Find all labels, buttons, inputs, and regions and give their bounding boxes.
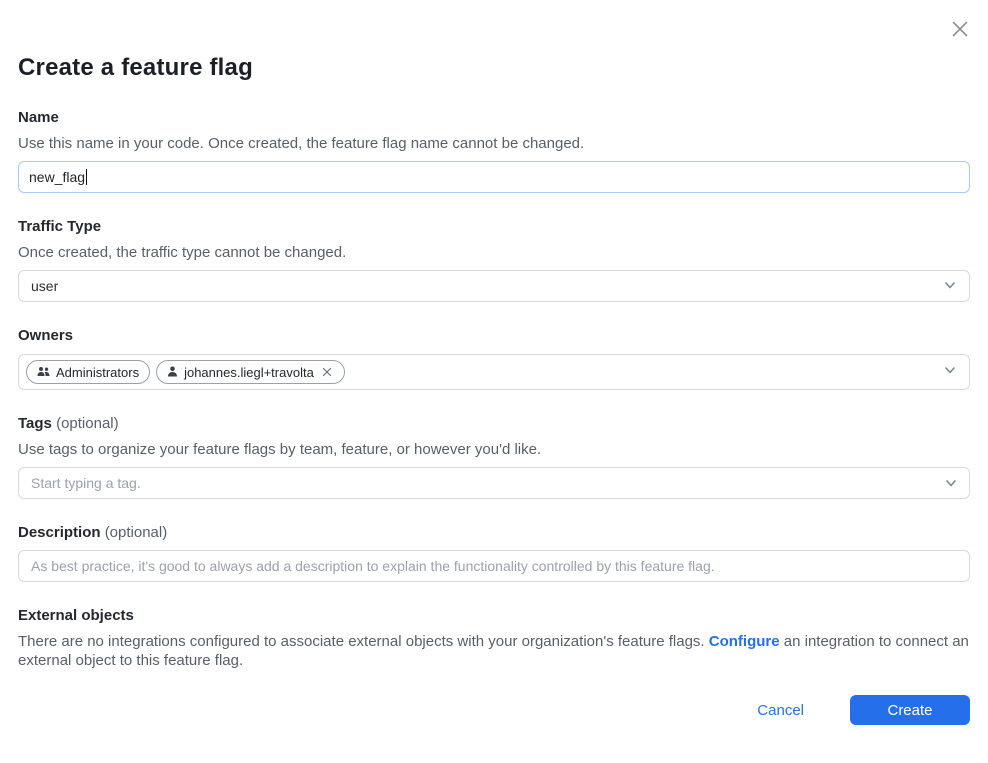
remove-owner-icon[interactable] (320, 365, 334, 379)
description-optional-text: (optional) (105, 524, 168, 541)
create-feature-flag-modal: Create a feature flag Name Use this name… (0, 0, 988, 763)
description-section: Description (optional) (18, 524, 970, 582)
external-objects-text: There are no integrations configured to … (18, 633, 970, 671)
tags-input-wrapper (18, 467, 970, 499)
configure-link[interactable]: Configure (709, 633, 780, 650)
chevron-down-icon (943, 278, 957, 295)
text-caret (86, 169, 87, 185)
create-button[interactable]: Create (850, 695, 970, 725)
owners-label: Owners (18, 327, 970, 344)
name-label: Name (18, 109, 970, 126)
tags-input[interactable] (18, 467, 970, 499)
traffic-type-description: Once created, the traffic type cannot be… (18, 244, 970, 261)
owner-chip-label: johannes.liegl+travolta (184, 365, 314, 380)
name-description: Use this name in your code. Once created… (18, 135, 970, 152)
chevron-down-icon (943, 363, 957, 382)
external-objects-section: External objects There are no integratio… (18, 607, 970, 671)
description-input[interactable] (18, 550, 970, 582)
person-icon (167, 365, 178, 380)
description-label: Description (optional) (18, 524, 970, 541)
tags-optional-text: (optional) (56, 415, 119, 432)
tags-section: Tags (optional) Use tags to organize you… (18, 415, 970, 499)
modal-footer: Cancel Create (757, 695, 970, 725)
name-input[interactable]: new_flag (18, 161, 970, 193)
external-objects-label: External objects (18, 607, 970, 624)
cancel-button[interactable]: Cancel (757, 702, 804, 719)
name-input-value: new_flag (29, 169, 85, 185)
external-objects-text-before: There are no integrations configured to … (18, 633, 709, 650)
tags-description: Use tags to organize your feature flags … (18, 441, 970, 458)
close-icon[interactable] (949, 18, 971, 40)
owners-select[interactable]: Administrators johannes.liegl+travolta (18, 354, 970, 390)
owner-chips: Administrators johannes.liegl+travolta (26, 360, 943, 384)
name-section: Name Use this name in your code. Once cr… (18, 109, 970, 193)
description-label-text: Description (18, 524, 101, 541)
traffic-type-select[interactable]: user (18, 270, 970, 302)
traffic-type-section: Traffic Type Once created, the traffic t… (18, 218, 970, 302)
owner-chip-label: Administrators (56, 365, 139, 380)
group-icon (37, 365, 50, 380)
traffic-type-label: Traffic Type (18, 218, 970, 235)
traffic-type-selected-value: user (31, 278, 943, 294)
tags-label-text: Tags (18, 415, 52, 432)
owner-chip-user[interactable]: johannes.liegl+travolta (156, 360, 345, 384)
owners-section: Owners Administrators (18, 327, 970, 390)
tags-label: Tags (optional) (18, 415, 970, 432)
page-title: Create a feature flag (18, 54, 970, 82)
owner-chip-administrators[interactable]: Administrators (26, 360, 150, 384)
